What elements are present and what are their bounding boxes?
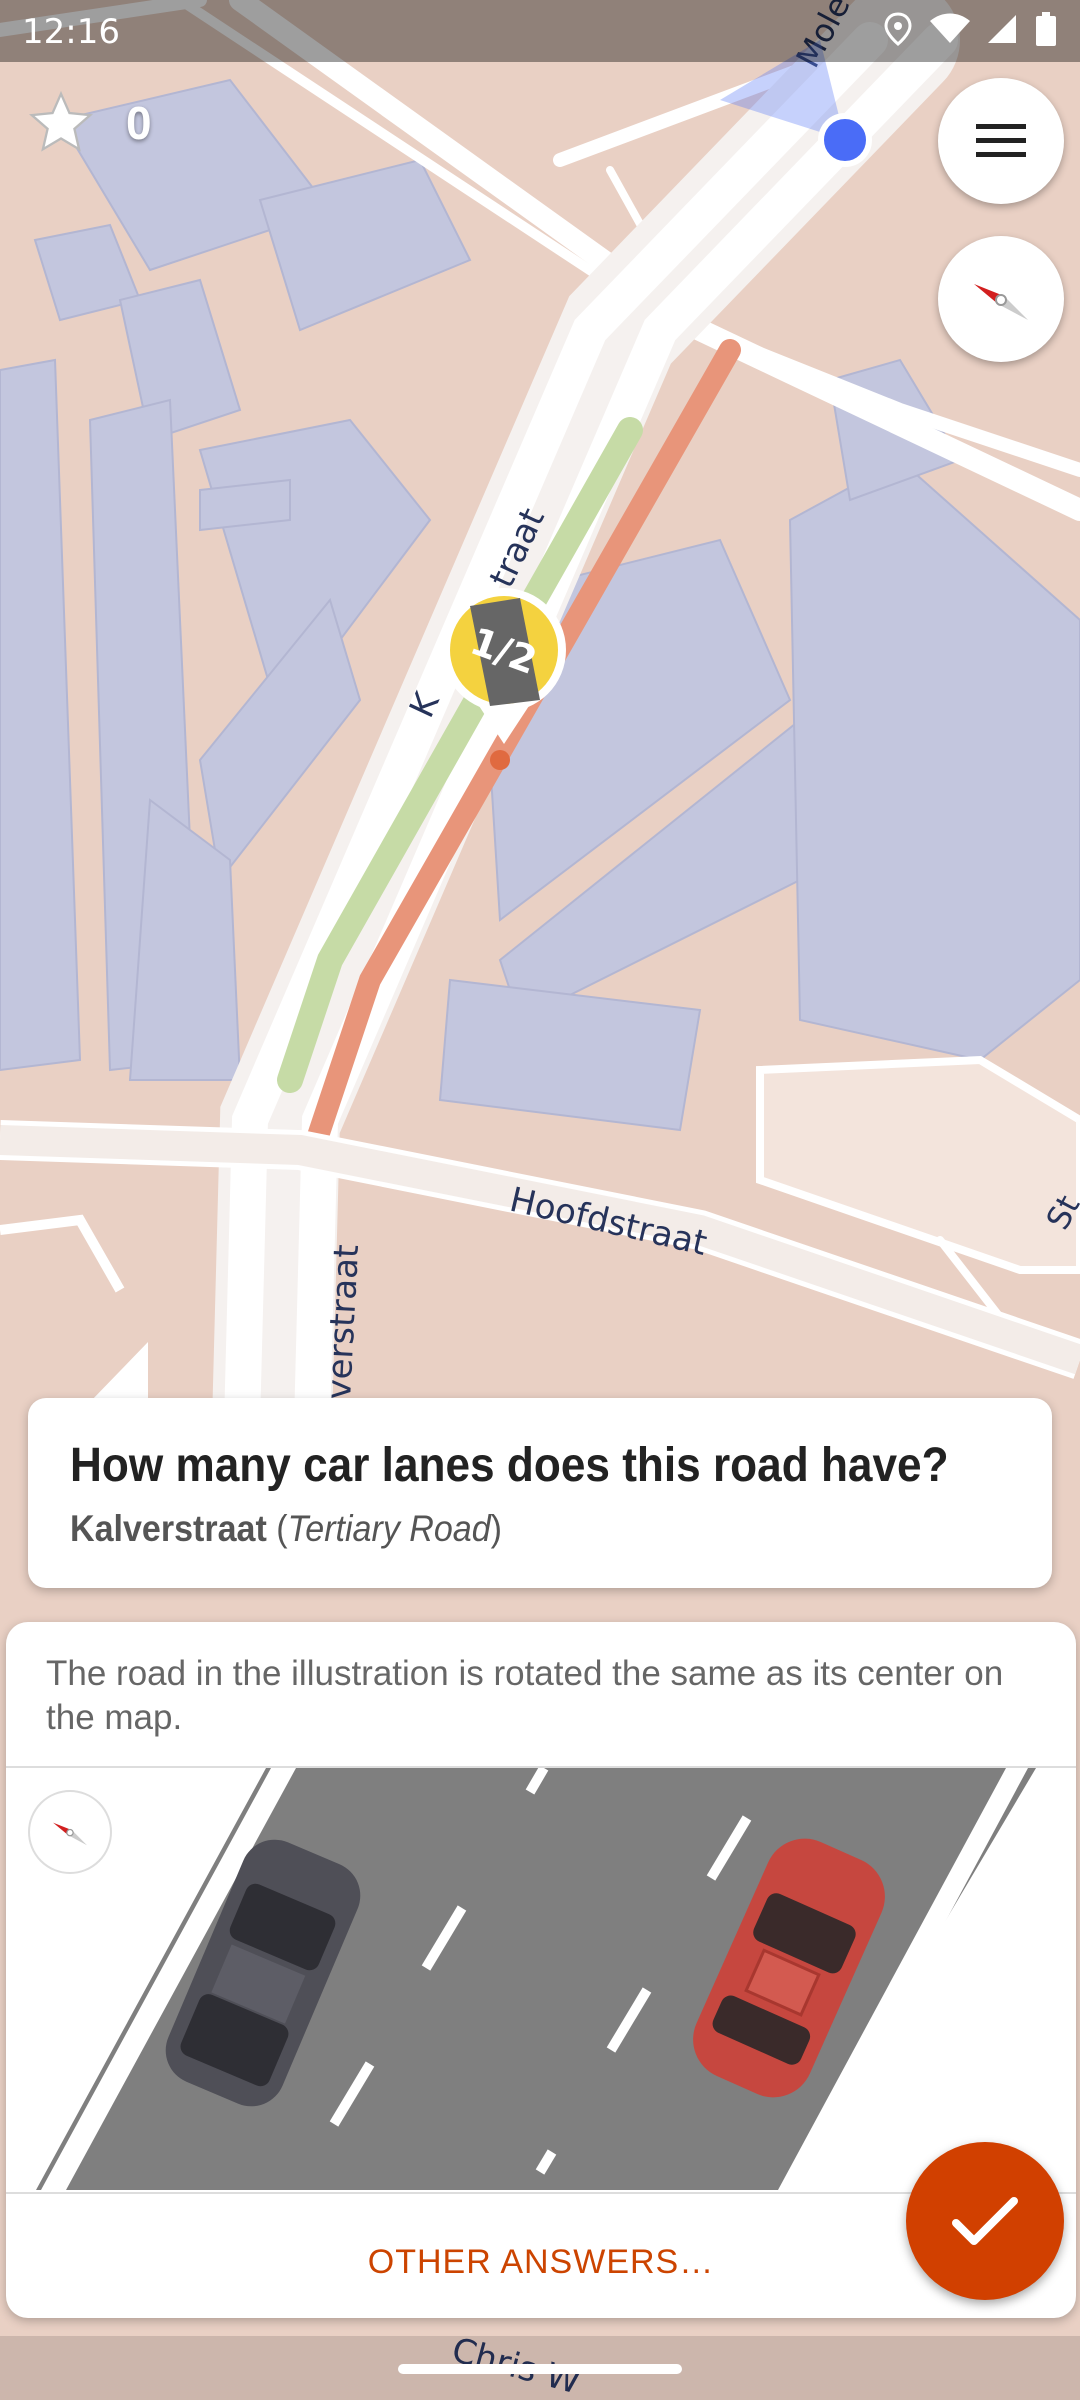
- signal-icon: [988, 15, 1016, 43]
- status-bar: 12:16: [0, 0, 1080, 62]
- illustration-compass: [28, 1790, 112, 1874]
- menu-button[interactable]: [938, 78, 1064, 204]
- status-time: 12:16: [22, 12, 120, 52]
- quest-title: How many car lanes does this road have?: [70, 1439, 949, 1492]
- confirm-answer-button[interactable]: [906, 2142, 1064, 2300]
- street-label-kalverstraat-bottom: verstraat: [319, 1244, 367, 1401]
- quest-subtitle: Kalverstraat (Tertiary Road): [70, 1508, 503, 1549]
- lane-illustration[interactable]: [6, 1768, 1076, 2190]
- rotation-hint: The road in the illustration is rotated …: [46, 1654, 1004, 1737]
- star-count: 0: [126, 97, 152, 149]
- compass-icon: [974, 284, 1028, 320]
- battery-icon: [1036, 12, 1056, 46]
- compass-button[interactable]: [938, 236, 1064, 362]
- callout-tail: [90, 1342, 148, 1402]
- hamburger-menu-icon: [976, 124, 1026, 157]
- star-counter[interactable]: 0: [26, 88, 152, 158]
- star-icon: [29, 90, 93, 152]
- wifi-icon: [930, 13, 970, 43]
- home-gesture-handle[interactable]: [398, 2364, 682, 2374]
- road-type: Tertiary Road: [287, 1508, 491, 1549]
- road-name: Kalverstraat: [70, 1508, 267, 1549]
- compass-icon: [53, 1822, 87, 1846]
- location-icon: [884, 12, 912, 46]
- checkmark-icon: [952, 2197, 1018, 2245]
- current-location-dot: [818, 113, 872, 167]
- quest-title-card: How many car lanes does this road have? …: [28, 1398, 1052, 1588]
